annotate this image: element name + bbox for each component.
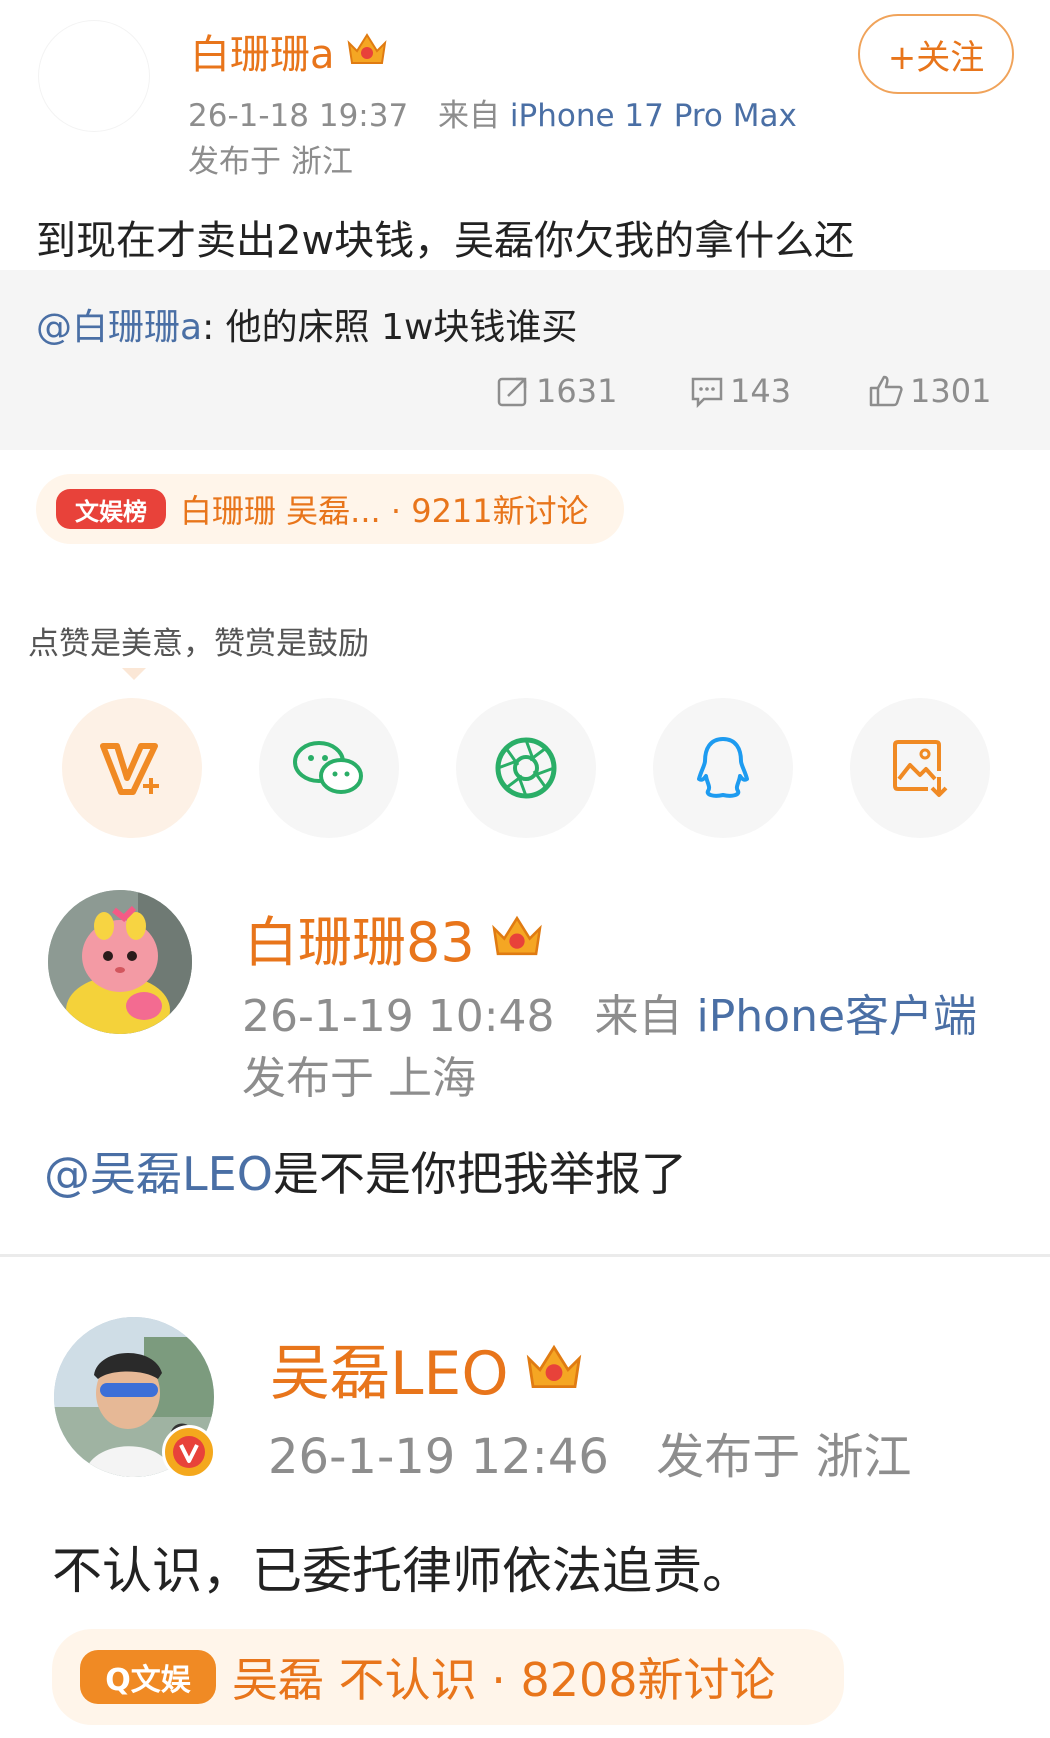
post-time: 26-1-19 12:46 [268, 1429, 609, 1485]
post-text: 不认识，已委托律师依法追责。 [52, 1542, 752, 1600]
crown-icon [345, 29, 389, 73]
topic-pill[interactable]: Q文娱 吴磊 不认识 · 8208新讨论 [52, 1629, 844, 1725]
post-meta: 26-1-19 12:46 发布于 浙江 [268, 1417, 911, 1487]
save-image-button[interactable] [850, 698, 990, 838]
post-location: 发布于 浙江 [656, 1429, 912, 1485]
crown-icon [489, 910, 545, 966]
like-count: 1301 [910, 372, 992, 410]
post-time: 26-1-18 19:37 [188, 98, 409, 134]
comment-button[interactable]: 143 [690, 372, 791, 410]
v-plus-icon [100, 743, 159, 795]
post-1: 白珊珊a +关注 26-1-18 19:37 来自 iPhone 17 Pro … [0, 0, 1050, 450]
username-row: 白珊珊83 [244, 898, 545, 977]
avatar[interactable] [48, 890, 192, 1034]
quoted-post[interactable]: @白珊珊a: 他的床照 1w块钱谁买 1631 143 1301 [0, 270, 1050, 450]
moments-icon [495, 737, 557, 799]
save-image-icon [893, 740, 948, 797]
from-label: 来自 [438, 98, 501, 134]
device-link[interactable]: iPhone 17 Pro Max [510, 98, 797, 134]
topic-badge: Q文娱 [80, 1650, 216, 1704]
post-text: 是不是你把我举报了 [272, 1147, 687, 1201]
device-link[interactable]: iPhone客户端 [697, 991, 978, 1042]
follow-button[interactable]: +关注 [858, 14, 1014, 94]
username-row: 白珊珊a [190, 22, 389, 80]
topic-badge: 文娱榜 [56, 489, 166, 529]
repost-button[interactable]: 1631 [496, 372, 617, 410]
post-location: 发布于 上海 [242, 1053, 476, 1104]
post-3: 吴磊LEO 26-1-19 12:46 发布于 浙江 不认识，已委托律师依法追责… [0, 1257, 1050, 1738]
follow-label: +关注 [887, 37, 985, 78]
wechat-icon [293, 741, 363, 794]
comment-count: 143 [730, 372, 792, 410]
wechat-button[interactable] [259, 698, 399, 838]
post-2: 白珊珊83 26-1-19 10:48 来自 iPhone客户端 发布于 上海 … [0, 840, 1050, 1254]
post-meta: 26-1-19 10:48 来自 iPhone客户端 [242, 980, 977, 1044]
post-location: 发布于 浙江 [188, 144, 353, 180]
repost-icon [497, 377, 527, 407]
v-plus-button[interactable] [62, 698, 202, 838]
topic-pill[interactable]: 文娱榜 白珊珊 吴磊... · 9211新讨论 [36, 474, 624, 544]
username[interactable]: 吴磊LEO [270, 1325, 509, 1412]
username[interactable]: 白珊珊a [190, 22, 335, 80]
from-label: 来自 [594, 991, 683, 1042]
post-text: 到现在才卖出2w块钱，吴磊你欠我的拿什么还 [36, 218, 855, 264]
post-time: 26-1-19 10:48 [242, 991, 555, 1042]
like-button[interactable]: 1301 [868, 372, 991, 410]
crown-icon [523, 1339, 585, 1399]
qq-icon [697, 737, 749, 798]
repost-count: 1631 [536, 372, 618, 410]
topic-text: 白珊珊 吴磊... · 9211新讨论 [180, 492, 589, 530]
post-meta: 26-1-18 19:37 来自 iPhone 17 Pro Max [188, 90, 797, 135]
quoted-mention[interactable]: @白珊珊a [36, 307, 202, 348]
verified-badge-icon [162, 1425, 216, 1479]
topic-text: 吴磊 不认识 · 8208新讨论 [232, 1653, 776, 1707]
username-row: 吴磊LEO [270, 1325, 585, 1412]
avatar[interactable] [38, 20, 150, 132]
mention-link[interactable]: @吴磊LEO [44, 1147, 273, 1201]
comment-icon [691, 377, 723, 408]
moments-button[interactable] [456, 698, 596, 838]
quoted-text: : 他的床照 1w块钱谁买 [202, 307, 578, 348]
share-row [62, 698, 992, 838]
quoted-text-row: @白珊珊a: 他的床照 1w块钱谁买 [36, 298, 577, 350]
qq-button[interactable] [653, 698, 793, 838]
post-text-row: @吴磊LEO是不是你把我举报了 [44, 1138, 687, 1204]
username[interactable]: 白珊珊83 [244, 898, 475, 977]
reward-hint: 点赞是美意，赞赏是鼓励 [28, 626, 369, 662]
thumbs-up-icon [869, 375, 903, 407]
tooltip-arrow [122, 668, 146, 680]
